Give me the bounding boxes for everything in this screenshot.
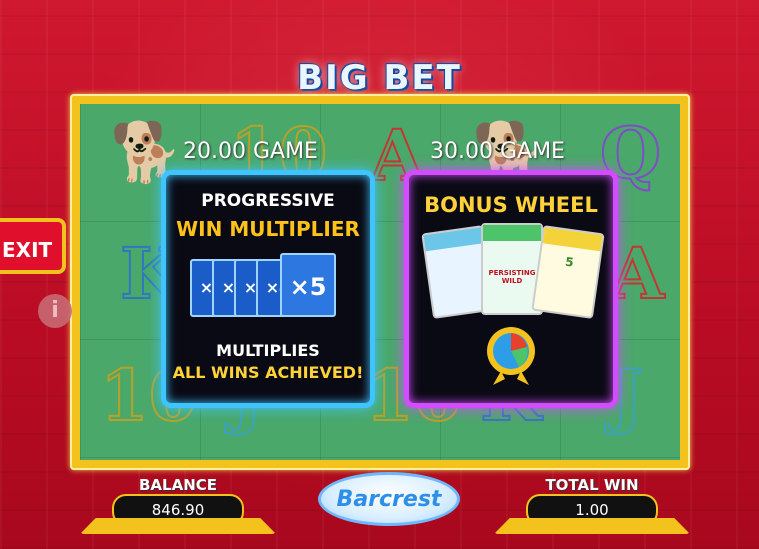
option-heading-bonus-wheel: BONUS WHEEL: [424, 193, 598, 217]
bonus-wheel-option[interactable]: BONUS WHEEL PERSISTING WILD 5: [404, 170, 618, 408]
exit-button[interactable]: EXIT: [0, 218, 66, 274]
balance-plinth: [80, 518, 276, 534]
bonus-card: 5: [531, 225, 605, 319]
option-line-multiplies: MULTIPLIES: [216, 341, 320, 360]
prize-wheel-icon: [487, 327, 535, 385]
win-multiplier-option[interactable]: PROGRESSIVE WIN MULTIPLIER ×1 ×2 ×3 ×4 ×…: [161, 170, 375, 408]
right-game-price: 30.00 GAME: [430, 139, 565, 164]
total-win-plinth: [494, 518, 690, 534]
big-bet-title: BIG BET: [297, 58, 462, 98]
multiplier-card-value: ×5: [289, 273, 327, 301]
option-line-all-wins: ALL WINS ACHIEVED!: [172, 363, 364, 382]
left-game-price: 20.00 GAME: [183, 139, 318, 164]
balance-display: BALANCE 846.90: [80, 474, 276, 534]
multiplier-card-highlight: ×5: [280, 253, 336, 317]
barcrest-logo: Barcrest: [318, 472, 460, 526]
multiplier-cards: ×1 ×2 ×3 ×4 ×5: [190, 253, 350, 329]
option-line-win-multiplier: WIN MULTIPLIER: [176, 217, 360, 241]
total-win-display: TOTAL WIN 1.00: [494, 474, 690, 534]
reel-symbol-a: A: [609, 231, 665, 316]
balance-label: BALANCE: [138, 476, 218, 494]
total-win-label: TOTAL WIN: [545, 476, 639, 494]
option-line-progressive: PROGRESSIVE: [201, 191, 335, 211]
info-button[interactable]: i: [38, 294, 72, 328]
